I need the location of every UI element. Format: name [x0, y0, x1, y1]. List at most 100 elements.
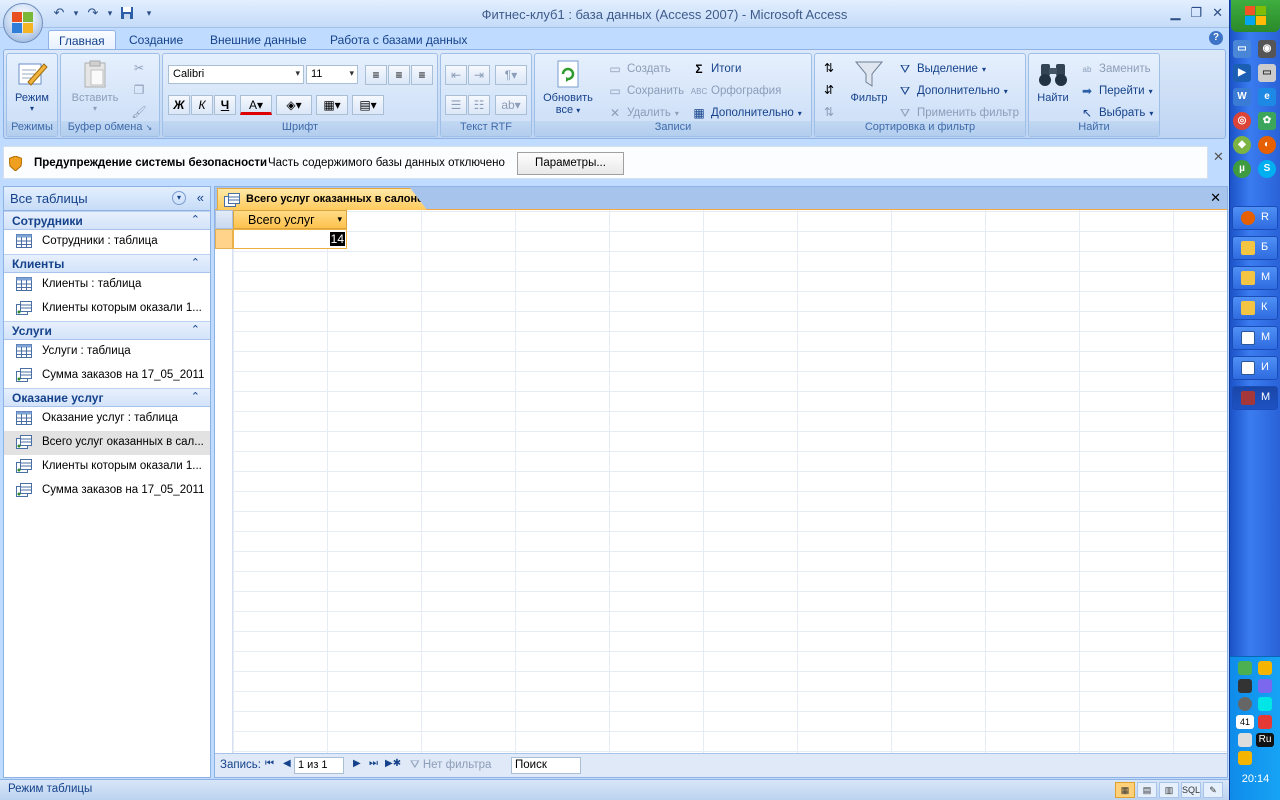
security-bar-close-icon[interactable]: ✕ [1213, 149, 1224, 165]
paste-button[interactable]: Вставить ▾ [65, 58, 125, 113]
tray-satellite-icon[interactable] [1238, 679, 1252, 693]
font-size-select[interactable]: 11 [306, 65, 358, 84]
totals-button[interactable]: Σ Итоги [691, 61, 741, 77]
selection-button[interactable]: ⛛ Выделение ▾ [897, 61, 986, 77]
indent-decrease-icon[interactable]: ⇤ [445, 65, 467, 85]
tray-network-icon[interactable] [1238, 661, 1252, 675]
quicklaunch-chrome-icon[interactable]: ◎ [1233, 112, 1251, 130]
advanced-filter-button[interactable]: ⛛ Дополнительно ▾ [897, 83, 1008, 99]
tray-bars-icon[interactable] [1258, 715, 1272, 729]
font-color-icon[interactable]: A▾ [240, 95, 272, 115]
taskbar-button-folder-2[interactable]: М [1232, 266, 1278, 290]
nav-group-header[interactable]: Клиенты ⌃ [4, 254, 210, 273]
close-icon[interactable]: ✕ [1212, 5, 1223, 21]
copy-icon[interactable]: ❐ [131, 82, 147, 98]
fill-color-icon[interactable]: ◈▾ [276, 95, 312, 115]
tab-create[interactable]: Создание [119, 30, 193, 51]
quicklaunch-winamp-icon[interactable]: W [1233, 88, 1251, 106]
format-painter-icon[interactable]: 🖌 [131, 104, 147, 120]
record-selector[interactable] [215, 229, 233, 249]
language-indicator[interactable]: Ru [1256, 733, 1274, 747]
nav-pane-menu-icon[interactable]: ▾ [172, 191, 186, 205]
nav-pane-header[interactable]: Все таблицы ▾ « [4, 187, 210, 211]
align-left-icon[interactable]: ≡ [365, 65, 387, 85]
prev-record-icon[interactable]: ◀ [283, 758, 291, 769]
numbering-icon[interactable]: ☰ [445, 95, 467, 115]
clock[interactable]: 20:14 [1230, 773, 1280, 785]
quicklaunch-window-icon[interactable]: ▭ [1258, 64, 1276, 82]
search-input[interactable]: Поиск [511, 757, 581, 774]
delete-record-button[interactable]: ✕ Удалить ▾ [607, 105, 679, 121]
nav-item[interactable]: Клиенты : таблица [4, 273, 210, 297]
spelling-button[interactable]: ABC Орфография [691, 83, 782, 99]
highlight-icon[interactable]: ab▾ [495, 95, 527, 115]
sort-descending-icon[interactable]: ⇵ [821, 82, 837, 98]
quicklaunch-desktop-icon[interactable]: ▭ [1233, 40, 1251, 58]
nav-group-header[interactable]: Сотрудники ⌃ [4, 211, 210, 230]
collapse-group-icon[interactable]: ⌃ [191, 390, 200, 403]
align-right-icon[interactable]: ≡ [411, 65, 433, 85]
collapse-group-icon[interactable]: ⌃ [191, 213, 200, 226]
security-options-button[interactable]: Параметры... [517, 152, 624, 175]
office-button[interactable] [3, 3, 43, 43]
replace-button[interactable]: ab Заменить [1079, 61, 1151, 77]
gridlines-icon[interactable]: ▦▾ [316, 95, 348, 115]
nav-item[interactable]: Сотрудники : таблица [4, 230, 210, 254]
filter-button[interactable]: Фильтр [845, 58, 893, 104]
next-record-icon[interactable]: ▶ [353, 758, 361, 769]
save-record-button[interactable]: ▭ Сохранить [607, 83, 684, 99]
help-icon[interactable]: ? [1209, 31, 1223, 45]
tray-tool-icon[interactable] [1238, 751, 1252, 765]
quicklaunch-camera-icon[interactable]: ◉ [1258, 40, 1276, 58]
tray-disc-icon[interactable] [1238, 697, 1252, 711]
nav-item[interactable]: Сумма заказов на 17_05_2011 [4, 364, 210, 388]
tray-pencil-icon[interactable] [1258, 661, 1272, 675]
refresh-all-button[interactable]: Обновить все ▾ [537, 58, 599, 116]
italic-button[interactable]: К [191, 95, 213, 115]
nav-item[interactable]: Оказание услуг : таблица [4, 407, 210, 431]
find-button[interactable]: Найти [1031, 58, 1075, 104]
nav-item[interactable]: Клиенты которым оказали 1... [4, 297, 210, 321]
nav-item[interactable]: Клиенты которым оказали 1... [4, 455, 210, 479]
view-button[interactable]: Режим ▾ [11, 58, 53, 113]
document-tab-query[interactable]: Всего услуг оказанных в салоне [217, 188, 427, 210]
datasheet-view-icon[interactable]: ▦ [1115, 782, 1135, 798]
current-record-field[interactable]: 1 из 1 [294, 757, 344, 774]
select-all-corner[interactable] [215, 210, 233, 229]
start-button[interactable] [1231, 0, 1280, 32]
cut-icon[interactable]: ✂ [131, 60, 147, 76]
taskbar-button-word-2[interactable]: И [1232, 356, 1278, 380]
more-records-button[interactable]: ▦ Дополнительно ▾ [691, 105, 801, 121]
tab-external-data[interactable]: Внешние данные [200, 30, 317, 51]
bullets-icon[interactable]: ☷ [468, 95, 490, 115]
collapse-group-icon[interactable]: ⌃ [191, 323, 200, 336]
nav-item[interactable]: Услуги : таблица [4, 340, 210, 364]
new-record-button[interactable]: ▭ Создать [607, 61, 670, 77]
quicklaunch-firefox-icon[interactable]: ◐ [1258, 136, 1276, 154]
goto-button[interactable]: ➡ Перейти ▾ [1079, 83, 1153, 99]
paragraph-direction-icon[interactable]: ¶▾ [495, 65, 527, 85]
datasheet-grid[interactable] [215, 210, 1227, 753]
tab-home[interactable]: Главная [48, 30, 116, 51]
toggle-filter-button[interactable]: ⛛ Применить фильтр [897, 105, 1019, 121]
nav-group-header[interactable]: Услуги ⌃ [4, 321, 210, 340]
no-filter-indicator[interactable]: ⛛ Нет фильтра [410, 759, 491, 772]
taskbar-button-folder-1[interactable]: Б [1232, 236, 1278, 260]
select-button[interactable]: ↖ Выбрать ▾ [1079, 105, 1153, 121]
font-name-select[interactable]: Calibri [168, 65, 304, 84]
tab-database-tools[interactable]: Работа с базами данных [320, 30, 477, 51]
taskbar-button-firefox[interactable]: R [1232, 206, 1278, 230]
document-close-icon[interactable]: ✕ [1210, 190, 1221, 206]
quicklaunch-tool-icon[interactable]: ◆ [1233, 136, 1251, 154]
underline-button[interactable]: Ч [214, 95, 236, 115]
quicklaunch-media-icon[interactable]: ▶ [1233, 64, 1251, 82]
quicklaunch-utorrent-icon[interactable]: µ [1233, 160, 1251, 178]
first-record-icon[interactable]: ⏮ [265, 758, 274, 769]
nav-item[interactable]: Сумма заказов на 17_05_2011 [4, 479, 210, 503]
tray-sound-icon[interactable] [1238, 733, 1252, 747]
clear-sort-icon[interactable]: ⇅ [821, 104, 837, 120]
sort-ascending-icon[interactable]: ⇅ [821, 60, 837, 76]
last-record-icon[interactable]: ⏭ [369, 758, 378, 769]
quicklaunch-skype-icon[interactable]: S [1258, 160, 1276, 178]
tray-counter[interactable]: 41 [1236, 715, 1254, 729]
